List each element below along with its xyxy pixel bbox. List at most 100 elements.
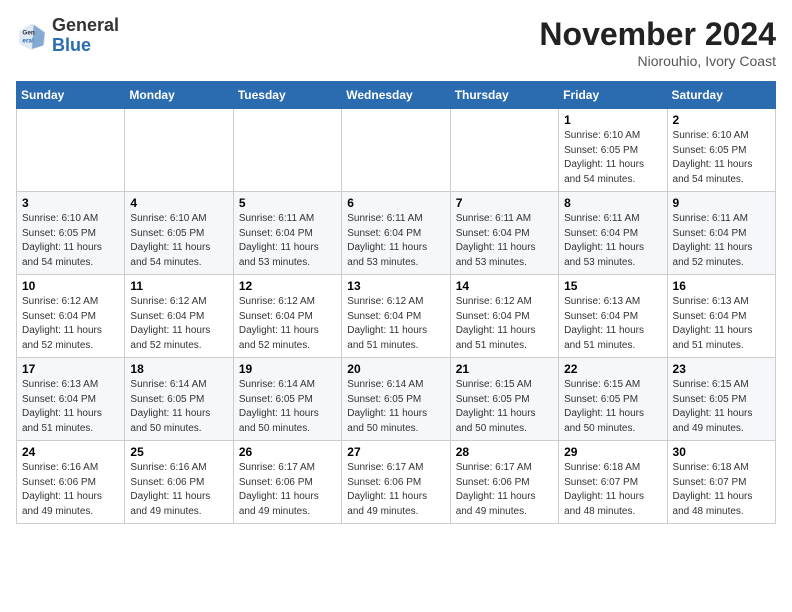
calendar-cell: 23 Sunrise: 6:15 AM Sunset: 6:05 PM Dayli…: [667, 358, 775, 441]
day-info: Sunrise: 6:14 AM Sunset: 6:05 PM Dayligh…: [239, 378, 336, 436]
day-info: Sunrise: 6:13 AM Sunset: 6:04 PM Dayligh…: [22, 378, 119, 436]
calendar-cell: 5Sunrise: 6:11 AM Sunset: 6:04 PM Daylig…: [233, 192, 341, 275]
day-number: 30: [673, 445, 770, 459]
day-number: 25: [130, 445, 227, 459]
calendar-cell: 25 Sunrise: 6:16 AM Sunset: 6:06 PM Dayli…: [125, 441, 233, 524]
calendar-cell: 15 Sunrise: 6:13 AM Sunset: 6:04 PM Dayli…: [559, 275, 667, 358]
location: Niorouhio, Ivory Coast: [539, 53, 776, 69]
logo-icon: Gen eral: [16, 20, 48, 52]
calendar-cell: 17 Sunrise: 6:13 AM Sunset: 6:04 PM Dayli…: [17, 358, 125, 441]
day-number: 24: [22, 445, 119, 459]
weekday-header: Monday: [125, 82, 233, 109]
calendar-header: SundayMondayTuesdayWednesdayThursdayFrid…: [17, 82, 776, 109]
day-number: 3: [22, 196, 119, 210]
calendar-cell: 20 Sunrise: 6:14 AM Sunset: 6:05 PM Dayli…: [342, 358, 450, 441]
day-info: Sunrise: 6:14 AM Sunset: 6:05 PM Dayligh…: [347, 378, 444, 436]
calendar-cell: 22 Sunrise: 6:15 AM Sunset: 6:05 PM Dayli…: [559, 358, 667, 441]
calendar-week-row: 17 Sunrise: 6:13 AM Sunset: 6:04 PM Dayli…: [17, 358, 776, 441]
day-info: Sunrise: 6:11 AM Sunset: 6:04 PM Dayligh…: [673, 212, 770, 270]
page-header: Gen eral General Blue November 2024 Nior…: [16, 16, 776, 69]
calendar-cell: 28 Sunrise: 6:17 AM Sunset: 6:06 PM Dayli…: [450, 441, 558, 524]
calendar-cell: 7 Sunrise: 6:11 AM Sunset: 6:04 PM Daylig…: [450, 192, 558, 275]
day-number: 15: [564, 279, 661, 293]
calendar-cell: 12 Sunrise: 6:12 AM Sunset: 6:04 PM Dayli…: [233, 275, 341, 358]
day-number: 18: [130, 362, 227, 376]
day-info: Sunrise: 6:15 AM Sunset: 6:05 PM Dayligh…: [456, 378, 553, 436]
day-number: 28: [456, 445, 553, 459]
month-title: November 2024: [539, 16, 776, 53]
day-info: Sunrise: 6:18 AM Sunset: 6:07 PM Dayligh…: [564, 461, 661, 519]
day-number: 13: [347, 279, 444, 293]
weekday-header: Thursday: [450, 82, 558, 109]
day-info: Sunrise: 6:11 AM Sunset: 6:04 PM Dayligh…: [564, 212, 661, 270]
day-info: Sunrise: 6:12 AM Sunset: 6:04 PM Dayligh…: [347, 295, 444, 353]
day-info: Sunrise: 6:10 AM Sunset: 6:05 PM Dayligh…: [564, 129, 661, 187]
calendar-cell: 24 Sunrise: 6:16 AM Sunset: 6:06 PM Dayli…: [17, 441, 125, 524]
day-number: 23: [673, 362, 770, 376]
day-number: 7: [456, 196, 553, 210]
day-info: Sunrise: 6:11 AM Sunset: 6:04 PM Dayligh…: [347, 212, 444, 270]
day-info: Sunrise: 6:16 AM Sunset: 6:06 PM Dayligh…: [130, 461, 227, 519]
calendar-week-row: 1 Sunrise: 6:10 AM Sunset: 6:05 PM Daylig…: [17, 109, 776, 192]
day-info: Sunrise: 6:13 AM Sunset: 6:04 PM Dayligh…: [564, 295, 661, 353]
day-number: 14: [456, 279, 553, 293]
day-info: Sunrise: 6:11 AM Sunset: 6:04 PM Dayligh…: [239, 212, 336, 270]
calendar-cell: 29 Sunrise: 6:18 AM Sunset: 6:07 PM Dayli…: [559, 441, 667, 524]
day-number: 4: [130, 196, 227, 210]
calendar-cell: [233, 109, 341, 192]
day-number: 21: [456, 362, 553, 376]
day-number: 19: [239, 362, 336, 376]
calendar-cell: 9 Sunrise: 6:11 AM Sunset: 6:04 PM Daylig…: [667, 192, 775, 275]
weekday-header: Wednesday: [342, 82, 450, 109]
day-number: 20: [347, 362, 444, 376]
day-number: 12: [239, 279, 336, 293]
weekday-header: Friday: [559, 82, 667, 109]
calendar-cell: 8Sunrise: 6:11 AM Sunset: 6:04 PM Daylig…: [559, 192, 667, 275]
day-number: 27: [347, 445, 444, 459]
calendar-cell: 18 Sunrise: 6:14 AM Sunset: 6:05 PM Dayli…: [125, 358, 233, 441]
day-info: Sunrise: 6:17 AM Sunset: 6:06 PM Dayligh…: [239, 461, 336, 519]
day-number: 26: [239, 445, 336, 459]
calendar-cell: [342, 109, 450, 192]
day-number: 2: [673, 113, 770, 127]
day-number: 22: [564, 362, 661, 376]
calendar-week-row: 10Sunrise: 6:12 AM Sunset: 6:04 PM Dayli…: [17, 275, 776, 358]
day-info: Sunrise: 6:16 AM Sunset: 6:06 PM Dayligh…: [22, 461, 119, 519]
calendar-cell: 1 Sunrise: 6:10 AM Sunset: 6:05 PM Daylig…: [559, 109, 667, 192]
calendar-cell: 30 Sunrise: 6:18 AM Sunset: 6:07 PM Dayli…: [667, 441, 775, 524]
day-info: Sunrise: 6:10 AM Sunset: 6:05 PM Dayligh…: [130, 212, 227, 270]
day-info: Sunrise: 6:12 AM Sunset: 6:04 PM Dayligh…: [130, 295, 227, 353]
calendar-week-row: 3 Sunrise: 6:10 AM Sunset: 6:05 PM Daylig…: [17, 192, 776, 275]
day-number: 17: [22, 362, 119, 376]
day-info: Sunrise: 6:15 AM Sunset: 6:05 PM Dayligh…: [673, 378, 770, 436]
logo: Gen eral General Blue: [16, 16, 119, 56]
day-info: Sunrise: 6:12 AM Sunset: 6:04 PM Dayligh…: [456, 295, 553, 353]
calendar-cell: 2Sunrise: 6:10 AM Sunset: 6:05 PM Daylig…: [667, 109, 775, 192]
day-info: Sunrise: 6:11 AM Sunset: 6:04 PM Dayligh…: [456, 212, 553, 270]
day-number: 9: [673, 196, 770, 210]
calendar-week-row: 24 Sunrise: 6:16 AM Sunset: 6:06 PM Dayli…: [17, 441, 776, 524]
calendar-cell: [125, 109, 233, 192]
logo-text: General Blue: [52, 16, 119, 56]
day-number: 16: [673, 279, 770, 293]
day-info: Sunrise: 6:17 AM Sunset: 6:06 PM Dayligh…: [347, 461, 444, 519]
day-info: Sunrise: 6:13 AM Sunset: 6:04 PM Dayligh…: [673, 295, 770, 353]
day-info: Sunrise: 6:14 AM Sunset: 6:05 PM Dayligh…: [130, 378, 227, 436]
day-number: 6: [347, 196, 444, 210]
day-number: 29: [564, 445, 661, 459]
calendar-table: SundayMondayTuesdayWednesdayThursdayFrid…: [16, 81, 776, 524]
calendar-cell: [450, 109, 558, 192]
day-info: Sunrise: 6:17 AM Sunset: 6:06 PM Dayligh…: [456, 461, 553, 519]
calendar-cell: 4 Sunrise: 6:10 AM Sunset: 6:05 PM Daylig…: [125, 192, 233, 275]
calendar-cell: 26 Sunrise: 6:17 AM Sunset: 6:06 PM Dayli…: [233, 441, 341, 524]
svg-text:Gen: Gen: [22, 29, 35, 36]
calendar-cell: 11 Sunrise: 6:12 AM Sunset: 6:04 PM Dayli…: [125, 275, 233, 358]
calendar-cell: 19 Sunrise: 6:14 AM Sunset: 6:05 PM Dayli…: [233, 358, 341, 441]
calendar-cell: 27 Sunrise: 6:17 AM Sunset: 6:06 PM Dayli…: [342, 441, 450, 524]
day-info: Sunrise: 6:15 AM Sunset: 6:05 PM Dayligh…: [564, 378, 661, 436]
day-number: 11: [130, 279, 227, 293]
day-number: 1: [564, 113, 661, 127]
day-info: Sunrise: 6:18 AM Sunset: 6:07 PM Dayligh…: [673, 461, 770, 519]
day-info: Sunrise: 6:12 AM Sunset: 6:04 PM Dayligh…: [239, 295, 336, 353]
calendar-cell: 6 Sunrise: 6:11 AM Sunset: 6:04 PM Daylig…: [342, 192, 450, 275]
